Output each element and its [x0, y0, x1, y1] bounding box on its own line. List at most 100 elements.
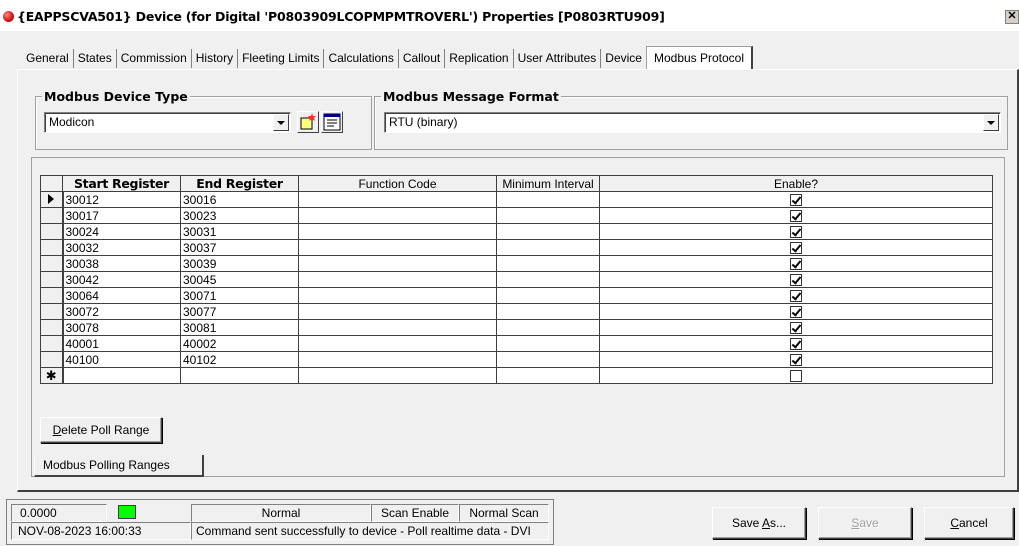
- table-row[interactable]: 40100 40102: [40, 351, 993, 368]
- close-button[interactable]: ✕: [1005, 10, 1019, 24]
- minimum-interval-cell[interactable]: [496, 239, 600, 256]
- modbus-message-format-select[interactable]: RTU (binary): [384, 112, 1001, 133]
- minimum-interval-cell[interactable]: [496, 207, 600, 224]
- enable-checkbox[interactable]: [790, 354, 802, 367]
- tab-history[interactable]: History: [191, 49, 239, 68]
- start-register-cell[interactable]: 30038: [62, 255, 181, 272]
- function-code-cell[interactable]: [298, 271, 497, 288]
- start-register-cell[interactable]: 30032: [62, 239, 181, 256]
- function-code-cell[interactable]: [298, 223, 497, 240]
- start-register-cell[interactable]: 30064: [62, 287, 181, 304]
- minimum-interval-cell[interactable]: [496, 367, 600, 384]
- enable-checkbox[interactable]: [790, 242, 802, 255]
- column-function-code[interactable]: Function Code: [298, 175, 497, 192]
- enable-cell[interactable]: [599, 239, 993, 256]
- function-code-cell[interactable]: [298, 239, 497, 256]
- tab-modbus-protocol[interactable]: Modbus Protocol: [645, 46, 754, 69]
- function-code-cell[interactable]: [298, 255, 497, 272]
- cancel-button[interactable]: Cancel: [924, 507, 1014, 539]
- enable-checkbox[interactable]: [790, 258, 802, 271]
- tab-general[interactable]: General: [22, 49, 74, 68]
- minimum-interval-cell[interactable]: [496, 335, 600, 352]
- table-row[interactable]: 40001 40002: [40, 335, 993, 352]
- enable-cell[interactable]: [599, 287, 993, 304]
- tab-calculations[interactable]: Calculations: [324, 49, 399, 68]
- enable-cell[interactable]: [599, 303, 993, 320]
- tab-fleeting-limits[interactable]: Fleeting Limits: [238, 49, 325, 68]
- function-code-cell[interactable]: [298, 287, 497, 304]
- start-register-cell[interactable]: 40001: [62, 335, 181, 352]
- row-selector[interactable]: [40, 271, 64, 288]
- modbus-device-type-select[interactable]: Modicon: [44, 112, 291, 133]
- row-selector[interactable]: [40, 319, 64, 336]
- end-register-cell[interactable]: 40002: [180, 335, 299, 352]
- minimum-interval-cell[interactable]: [496, 223, 600, 240]
- enable-cell[interactable]: [599, 255, 993, 272]
- enable-checkbox[interactable]: [790, 322, 802, 335]
- enable-cell[interactable]: [599, 223, 993, 240]
- enable-checkbox[interactable]: [790, 274, 802, 287]
- enable-cell[interactable]: [599, 207, 993, 224]
- function-code-cell[interactable]: [298, 207, 497, 224]
- new-device-type-button[interactable]: [297, 111, 319, 133]
- enable-checkbox[interactable]: [790, 370, 802, 383]
- tab-modbus-polling-ranges[interactable]: Modbus Polling Ranges: [34, 455, 204, 477]
- function-code-cell[interactable]: [298, 319, 497, 336]
- table-row[interactable]: 30064 30071: [40, 287, 993, 304]
- enable-cell[interactable]: [599, 191, 993, 208]
- row-selector[interactable]: [40, 239, 64, 256]
- row-selector[interactable]: [40, 255, 64, 272]
- table-row[interactable]: 30012 30016: [40, 191, 993, 208]
- end-register-cell[interactable]: 30031: [180, 223, 299, 240]
- end-register-cell[interactable]: 30077: [180, 303, 299, 320]
- end-register-cell[interactable]: 30037: [180, 239, 299, 256]
- enable-cell[interactable]: [599, 351, 993, 368]
- chevron-down-icon[interactable]: [983, 114, 999, 131]
- tab-states[interactable]: States: [73, 49, 117, 68]
- enable-checkbox[interactable]: [790, 226, 802, 239]
- start-register-cell[interactable]: 30072: [62, 303, 181, 320]
- function-code-cell[interactable]: [298, 335, 497, 352]
- chevron-down-icon[interactable]: [273, 114, 289, 131]
- enable-cell[interactable]: [599, 271, 993, 288]
- enable-checkbox[interactable]: [790, 194, 802, 207]
- minimum-interval-cell[interactable]: [496, 255, 600, 272]
- minimum-interval-cell[interactable]: [496, 319, 600, 336]
- tab-device[interactable]: Device: [601, 49, 646, 68]
- enable-checkbox[interactable]: [790, 306, 802, 319]
- end-register-cell[interactable]: [180, 367, 299, 384]
- table-row[interactable]: 30072 30077: [40, 303, 993, 320]
- enable-cell[interactable]: [599, 335, 993, 352]
- delete-poll-range-button[interactable]: Delete Poll Range: [40, 417, 162, 443]
- function-code-cell[interactable]: [298, 351, 497, 368]
- start-register-cell[interactable]: 30017: [62, 207, 181, 224]
- tab-user-attributes[interactable]: User Attributes: [513, 49, 602, 68]
- minimum-interval-cell[interactable]: [496, 303, 600, 320]
- column-minimum-interval[interactable]: Minimum Interval: [496, 175, 600, 192]
- table-row[interactable]: 30032 30037: [40, 239, 993, 256]
- start-register-cell[interactable]: 30012: [62, 191, 181, 208]
- table-row[interactable]: 30024 30031: [40, 223, 993, 240]
- start-register-cell[interactable]: 30024: [62, 223, 181, 240]
- minimum-interval-cell[interactable]: [496, 191, 600, 208]
- row-selector[interactable]: [40, 351, 64, 368]
- save-button[interactable]: Save: [818, 507, 912, 539]
- minimum-interval-cell[interactable]: [496, 271, 600, 288]
- enable-checkbox[interactable]: [790, 210, 802, 223]
- column-enable[interactable]: Enable?: [599, 175, 993, 192]
- end-register-cell[interactable]: 30023: [180, 207, 299, 224]
- column-start-register[interactable]: Start Register: [62, 175, 181, 192]
- save-as-button[interactable]: Save As...: [712, 507, 806, 539]
- enable-checkbox[interactable]: [790, 290, 802, 303]
- minimum-interval-cell[interactable]: [496, 351, 600, 368]
- function-code-cell[interactable]: [298, 191, 497, 208]
- row-selector[interactable]: [40, 207, 64, 224]
- device-type-properties-button[interactable]: [321, 111, 343, 133]
- start-register-cell[interactable]: [62, 367, 181, 384]
- enable-cell[interactable]: [599, 367, 993, 384]
- row-selector[interactable]: [40, 335, 64, 352]
- new-row-icon[interactable]: ✱: [40, 367, 64, 384]
- start-register-cell[interactable]: 30042: [62, 271, 181, 288]
- end-register-cell[interactable]: 30045: [180, 271, 299, 288]
- function-code-cell[interactable]: [298, 367, 497, 384]
